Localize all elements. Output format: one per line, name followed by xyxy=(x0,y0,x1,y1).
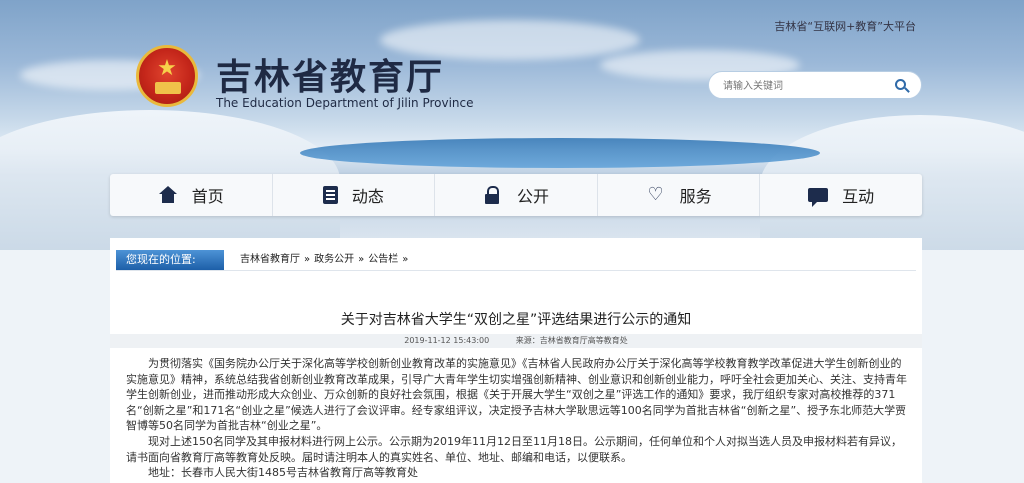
article-source: 来源：吉林省教育厅高等教育处 xyxy=(515,336,628,345)
breadcrumb-link-notice-board[interactable]: 公告栏 xyxy=(368,250,398,270)
article-paragraph: 地址：长春市人民大街1485号吉林省教育厅高等教育处 xyxy=(148,466,418,480)
article-date: 2019-11-12 15:43:00 xyxy=(404,336,490,345)
nav-item-news[interactable]: 动态 xyxy=(273,174,436,216)
nav-item-label: 动态 xyxy=(351,187,384,206)
nav-item-disclosure[interactable]: 公开 xyxy=(435,174,598,216)
nav-item-interaction[interactable]: 互动 xyxy=(760,174,922,216)
nav-item-label: 公开 xyxy=(516,187,549,206)
nav-item-label: 服务 xyxy=(679,187,712,206)
search-button[interactable] xyxy=(893,77,911,95)
search-box xyxy=(708,71,922,99)
site-title: 吉林省教育厅 xyxy=(216,57,445,98)
nav-item-label: 互动 xyxy=(842,187,875,206)
article-title: 关于对吉林省大学生“双创之星”评选结果进行公示的通知 xyxy=(340,312,692,328)
breadcrumb-link-department[interactable]: 吉林省教育厅 xyxy=(240,250,300,270)
lake-decoration xyxy=(300,138,820,168)
article-paragraph: 为贯彻落实《国务院办公厅关于深化高等学校创新创业教育改革的实施意见》《吉林省人民… xyxy=(126,357,907,433)
main-content: 您现在的位置: 吉林省教育厅 » 政务公开 » 公告栏 » 关于对吉林省大学生“… xyxy=(110,238,922,483)
breadcrumb-separator: » xyxy=(358,254,365,265)
nav-item-home[interactable]: 首页 xyxy=(110,174,273,216)
nav-item-label: 首页 xyxy=(191,187,224,206)
platform-link[interactable]: 吉林省“互联网+教育”大平台 xyxy=(774,18,916,34)
nav-item-services[interactable]: ♡ 服务 xyxy=(598,174,761,216)
document-icon xyxy=(322,186,338,204)
national-emblem-logo: ★ xyxy=(136,45,198,107)
breadcrumb-link-public-affairs[interactable]: 政务公开 xyxy=(314,250,354,270)
lock-icon xyxy=(483,186,503,204)
breadcrumb-label: 您现在的位置: xyxy=(116,250,224,270)
heart-hands-icon: ♡ xyxy=(647,184,664,205)
breadcrumb-separator: » xyxy=(304,254,311,265)
breadcrumb-separator: » xyxy=(402,254,409,265)
site-title-english: The Education Department of Jilin Provin… xyxy=(216,96,474,110)
main-navigation: 首页 动态 公开 ♡ 服务 互动 xyxy=(110,174,922,216)
search-input[interactable] xyxy=(721,77,885,95)
home-icon xyxy=(158,186,178,204)
chat-icon xyxy=(808,188,829,207)
article-paragraph: 现对上述150名同学及其申报材料进行网上公示。公示期为2019年11月12日至1… xyxy=(126,434,902,464)
article-body: 为贯彻落实《国务院办公厅关于深化高等学校创新创业教育改革的实施意见》《吉林省人民… xyxy=(126,356,908,481)
breadcrumb: 您现在的位置: 吉林省教育厅 » 政务公开 » 公告栏 » xyxy=(116,250,916,271)
article-meta: 2019-11-12 15:43:00 来源：吉林省教育厅高等教育处 xyxy=(110,334,922,348)
